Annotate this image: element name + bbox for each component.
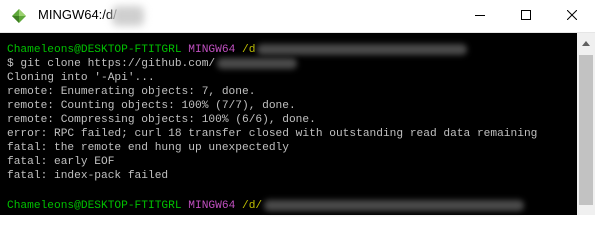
output-line: fatal: index-pack failed — [7, 170, 169, 182]
output-line: remote: Enumerating objects: 7, done. — [7, 86, 256, 98]
output-line: error: RPC failed; curl 18 transfer clos… — [7, 128, 538, 140]
prompt-system: MINGW64 — [188, 44, 236, 56]
window-title: MINGW64:/d/ — [38, 7, 117, 22]
chevron-up-icon — [582, 33, 590, 51]
redacted-path — [257, 43, 468, 55]
redacted-title-path — [112, 6, 144, 26]
prompt-path: /d — [242, 44, 256, 56]
output-line: remote: Compressing objects: 100% (6/6),… — [7, 114, 316, 126]
close-button[interactable] — [549, 0, 595, 32]
close-icon — [566, 7, 578, 25]
mingw-app-icon — [12, 9, 26, 23]
minimize-button[interactable] — [457, 0, 503, 32]
prompt-user: Chameleons@DESKTOP-FTITGRL — [7, 44, 182, 56]
output-line: fatal: early EOF — [7, 156, 115, 168]
command-text: $ git clone https://github.com/ — [7, 58, 216, 70]
output-line: remote: Counting objects: 100% (7/7), do… — [7, 100, 296, 112]
scroll-thumb[interactable] — [579, 55, 593, 205]
prompt-line-2: Chameleons@DESKTOP-FTITGRL MINGW64 /d/ — [7, 199, 525, 213]
maximize-icon — [521, 7, 531, 25]
terminal-window: MINGW64:/d/ Chameleons@DESKTOP-FTITGRL M… — [0, 0, 595, 215]
output-line: fatal: the remote end hung up unexpected… — [7, 142, 289, 154]
prompt-line-1: Chameleons@DESKTOP-FTITGRL MINGW64 /d — [7, 43, 468, 57]
prompt-path: /d/ — [242, 200, 263, 212]
maximize-button[interactable] — [503, 0, 549, 32]
scroll-up-button[interactable] — [577, 33, 595, 50]
redacted-path — [264, 199, 525, 211]
output-line: Cloning into '-Api'... — [7, 72, 155, 84]
minimize-icon — [475, 7, 485, 25]
redacted-url — [217, 57, 298, 69]
vertical-scrollbar[interactable] — [577, 33, 595, 215]
prompt-user: Chameleons@DESKTOP-FTITGRL — [7, 200, 182, 212]
command-line: $ git clone https://github.com/ — [7, 57, 298, 71]
terminal-output[interactable]: Chameleons@DESKTOP-FTITGRL MINGW64 /d $ … — [0, 33, 577, 215]
prompt-system: MINGW64 — [188, 200, 236, 212]
title-bar[interactable]: MINGW64:/d/ — [0, 0, 595, 33]
